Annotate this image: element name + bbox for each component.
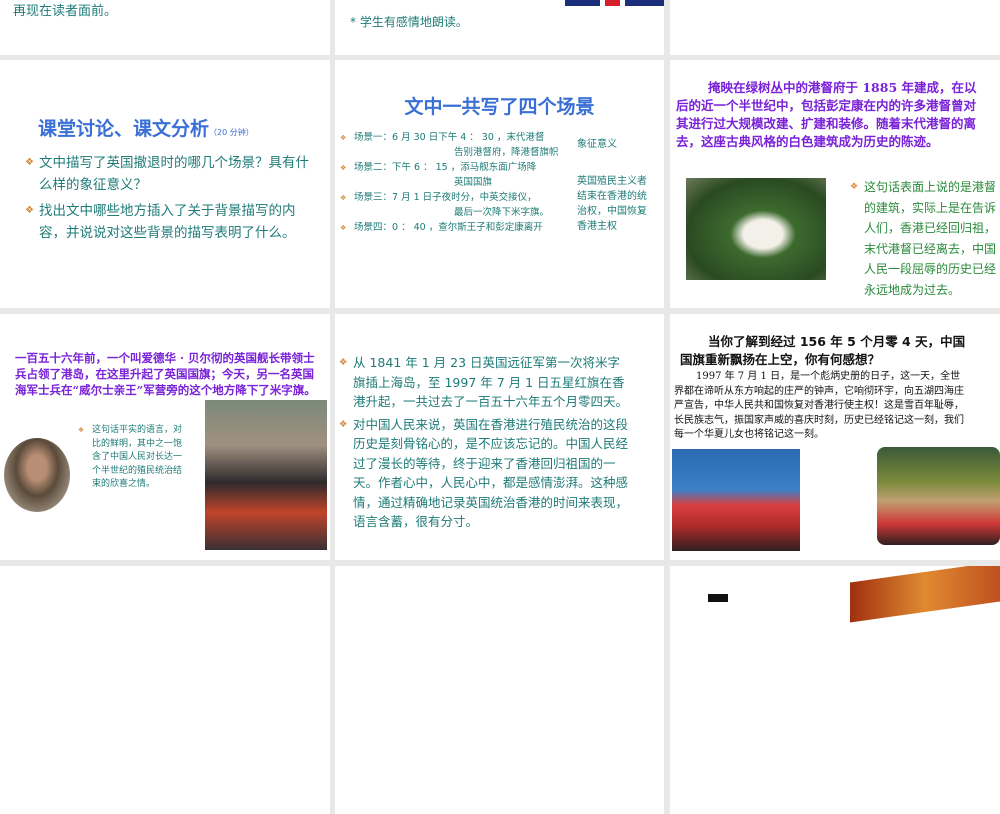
scene-line: 0 ： 40 ，查尔斯王子和彭定康离开 [392,222,543,233]
scene-label: 场景三： [354,192,393,203]
bullet-item: 从 1841 年 1 月 23 日英国远征军第一次将米字旗插上海岛，至 1997… [339,353,629,412]
flag-raising-photo [877,447,1000,545]
body-text: 1997 年 7 月 1 日，是一个彪炳史册的日子，这一天，全世界都在谛听从东方… [674,371,964,440]
slide-thumbnail[interactable]: 再现在读者面前。 [0,0,330,55]
bullet-item: 找出文中哪些地方插入了关于背景描写的内容，并说说对这些背景的描写表明了什么。 [25,200,320,244]
slide-thumbnail[interactable]: 从 1841 年 1 月 23 日英国远征军第一次将米字旗插上海岛，至 1997… [335,314,664,560]
governor-folding-flag-photo [205,400,327,550]
slide-text: * 学生有感情地朗读。 [350,15,468,29]
slide-title: 课堂讨论、课文分析（20 分钟） [38,114,254,141]
note-text: 这句话表面上说的是港督的建筑，实际上是在告诉人们，香港已经回归祖，末代港督已经离… [850,177,998,300]
slide-title: 文中一共写了四个场景 [404,96,595,118]
question-text: 当你了解到经过 156 年 5 个月零 4 天，中国国旗重新飘扬在上空，你有何感… [680,334,966,367]
slide-thumbnail[interactable] [0,566,330,814]
scene-line: 告别港督府，降港督旗帜 [454,147,559,158]
scene-label: 场景一： [354,132,393,143]
slide-text: 再现在读者面前。 [13,4,118,19]
quote-text: 一百五十六年前，一个叫爱德华 · 贝尔彻的英国舰长带领士兵占领了港岛，在这里升起… [15,351,316,397]
bullet-item: 文中描写了英国撤退时的哪几个场景？具有什么样的象征意义？ [25,152,320,196]
scene-item: 场景一：6 月 30 日下午 4 ： 30 ，末代港督告别港督府，降港督旗帜 [340,130,575,160]
slide-thumbnail[interactable]: 掩映在绿树丛中的港督府于 1885 年建成，在以后的近一个半世纪中，包括彭定康在… [670,60,1000,308]
duration-text: （20 分钟） [209,128,254,137]
palace-gate-photo [850,566,1000,623]
scene-line: 英国国旗 [454,177,493,188]
slide-thumbnail[interactable]: 课堂讨论、课文分析（20 分钟） 文中描写了英国撤退时的哪几个场景？具有什么样的… [0,60,330,308]
scene-item: 场景二：下午 6 ： 15 ，添马舰东面广场降英国国旗 [340,160,575,190]
slide-thumbnail[interactable] [670,566,1000,814]
slide-thumbnail[interactable] [335,566,664,814]
meaning-title: 象征意义 [577,139,617,150]
meaning-text: 英国殖民主义者结束在香港的统治权，中国恢复香港主权 [577,176,647,232]
scene-line: 6 月 30 日下午 4 ： 30 ，末代港督 [392,132,545,143]
handover-ceremony-photo [672,449,800,551]
quote-text: 掩映在绿树丛中的港督府于 1885 年建成，在以后的近一个半世纪中，包括彭定康在… [676,80,977,149]
scene-label: 场景二： [354,162,393,173]
scene-line: 最后一次降下米字旗。 [454,207,550,218]
bullet-item: 这句话平实的语言，对比的鲜明，其中之一饱含了中国人民对长达一个半世纪的殖民统治结… [78,424,188,492]
scene-line: 下午 6 ： 15 ，添马舰东面广场降 [392,162,537,173]
scene-item: 场景四：0 ： 40 ，查尔斯王子和彭定康离开 [340,220,575,235]
slide-thumbnail[interactable] [670,0,1000,55]
soldier-photo [4,438,70,512]
bullet-item: 这句话表面上说的是港督的建筑，实际上是在告诉人们，香港已经回归祖，末代港督已经离… [850,177,998,300]
government-house-photo [686,178,826,280]
slide-thumbnail[interactable]: * 学生有感情地朗读。 [335,0,664,55]
scene-label: 场景四： [354,222,393,233]
dark-shape [708,594,728,602]
bullet-item: 对中国人民来说，英国在香港进行殖民统治的这段历史是刻骨铭心的，是不应该忘记的。中… [339,415,629,532]
slide-thumbnail[interactable]: 当你了解到经过 156 年 5 个月零 4 天，中国国旗重新飘扬在上空，你有何感… [670,314,1000,560]
slide-thumbnail[interactable]: 文中一共写了四个场景 场景一：6 月 30 日下午 4 ： 30 ，末代港督告别… [335,60,664,308]
scene-line: 7 月 1 日子夜时分，中英交接仪， [392,192,537,203]
scene-item: 场景三：7 月 1 日子夜时分，中英交接仪， 最后一次降下米字旗。 [340,190,575,220]
union-jack-image [565,0,664,6]
title-text: 课堂讨论、课文分析 [38,118,210,140]
slide-thumbnail[interactable]: 一百五十六年前，一个叫爱德华 · 贝尔彻的英国舰长带领士兵占领了港岛，在这里升起… [0,314,330,560]
note-text: 这句话平实的语言，对比的鲜明，其中之一饱含了中国人民对长达一个半世纪的殖民统治结… [78,424,188,492]
